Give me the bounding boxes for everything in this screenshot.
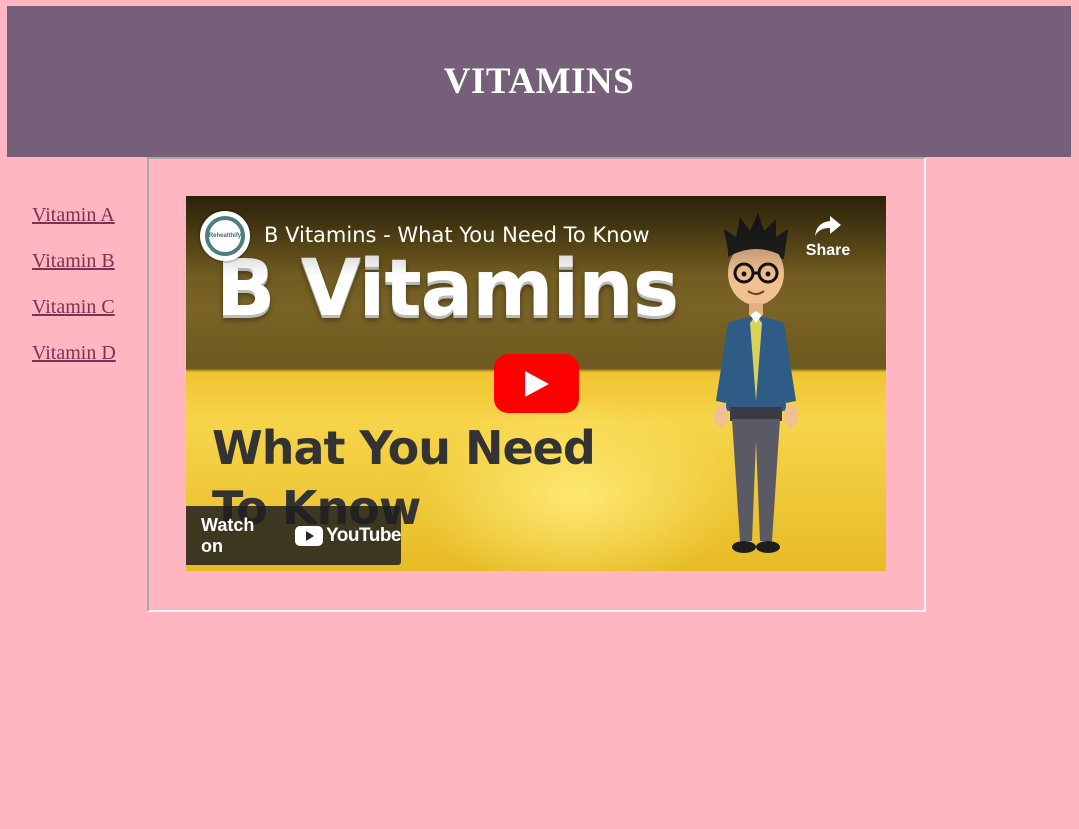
- page: VITAMINS Vitamin A Vitamin B Vitamin C V…: [0, 0, 1079, 829]
- header-banner: VITAMINS: [7, 6, 1071, 157]
- thumbnail-subtitle-line-1: What You Need: [212, 421, 596, 475]
- watch-on-label: Watch on: [201, 514, 255, 556]
- share-label: Share: [805, 242, 851, 259]
- youtube-wordmark: YouTube: [326, 524, 401, 546]
- nav-link-vitamin-c[interactable]: Vitamin C: [32, 295, 142, 319]
- youtube-play-logo-icon: [295, 525, 324, 546]
- share-button[interactable]: Share: [798, 214, 858, 260]
- channel-avatar[interactable]: Rehealthify: [200, 211, 250, 261]
- video-title-link[interactable]: B Vitamins - What You Need To Know: [264, 223, 650, 247]
- channel-logo-text: Rehealthify: [205, 216, 245, 256]
- play-icon: [524, 370, 549, 397]
- nav-link-vitamin-a[interactable]: Vitamin A: [32, 203, 142, 227]
- page-title: VITAMINS: [443, 61, 635, 102]
- watch-on-youtube-button[interactable]: Watch on YouTube: [186, 506, 401, 565]
- nav-link-vitamin-b[interactable]: Vitamin B: [32, 249, 142, 273]
- nav-link-vitamin-d[interactable]: Vitamin D: [32, 341, 142, 365]
- sidebar-nav: Vitamin A Vitamin B Vitamin C Vitamin D: [32, 203, 142, 387]
- share-arrow-icon: [815, 216, 841, 236]
- play-button[interactable]: [494, 354, 579, 413]
- youtube-embed[interactable]: B Vitamins What You Need To Know: [186, 196, 886, 571]
- youtube-logo: YouTube: [295, 525, 401, 547]
